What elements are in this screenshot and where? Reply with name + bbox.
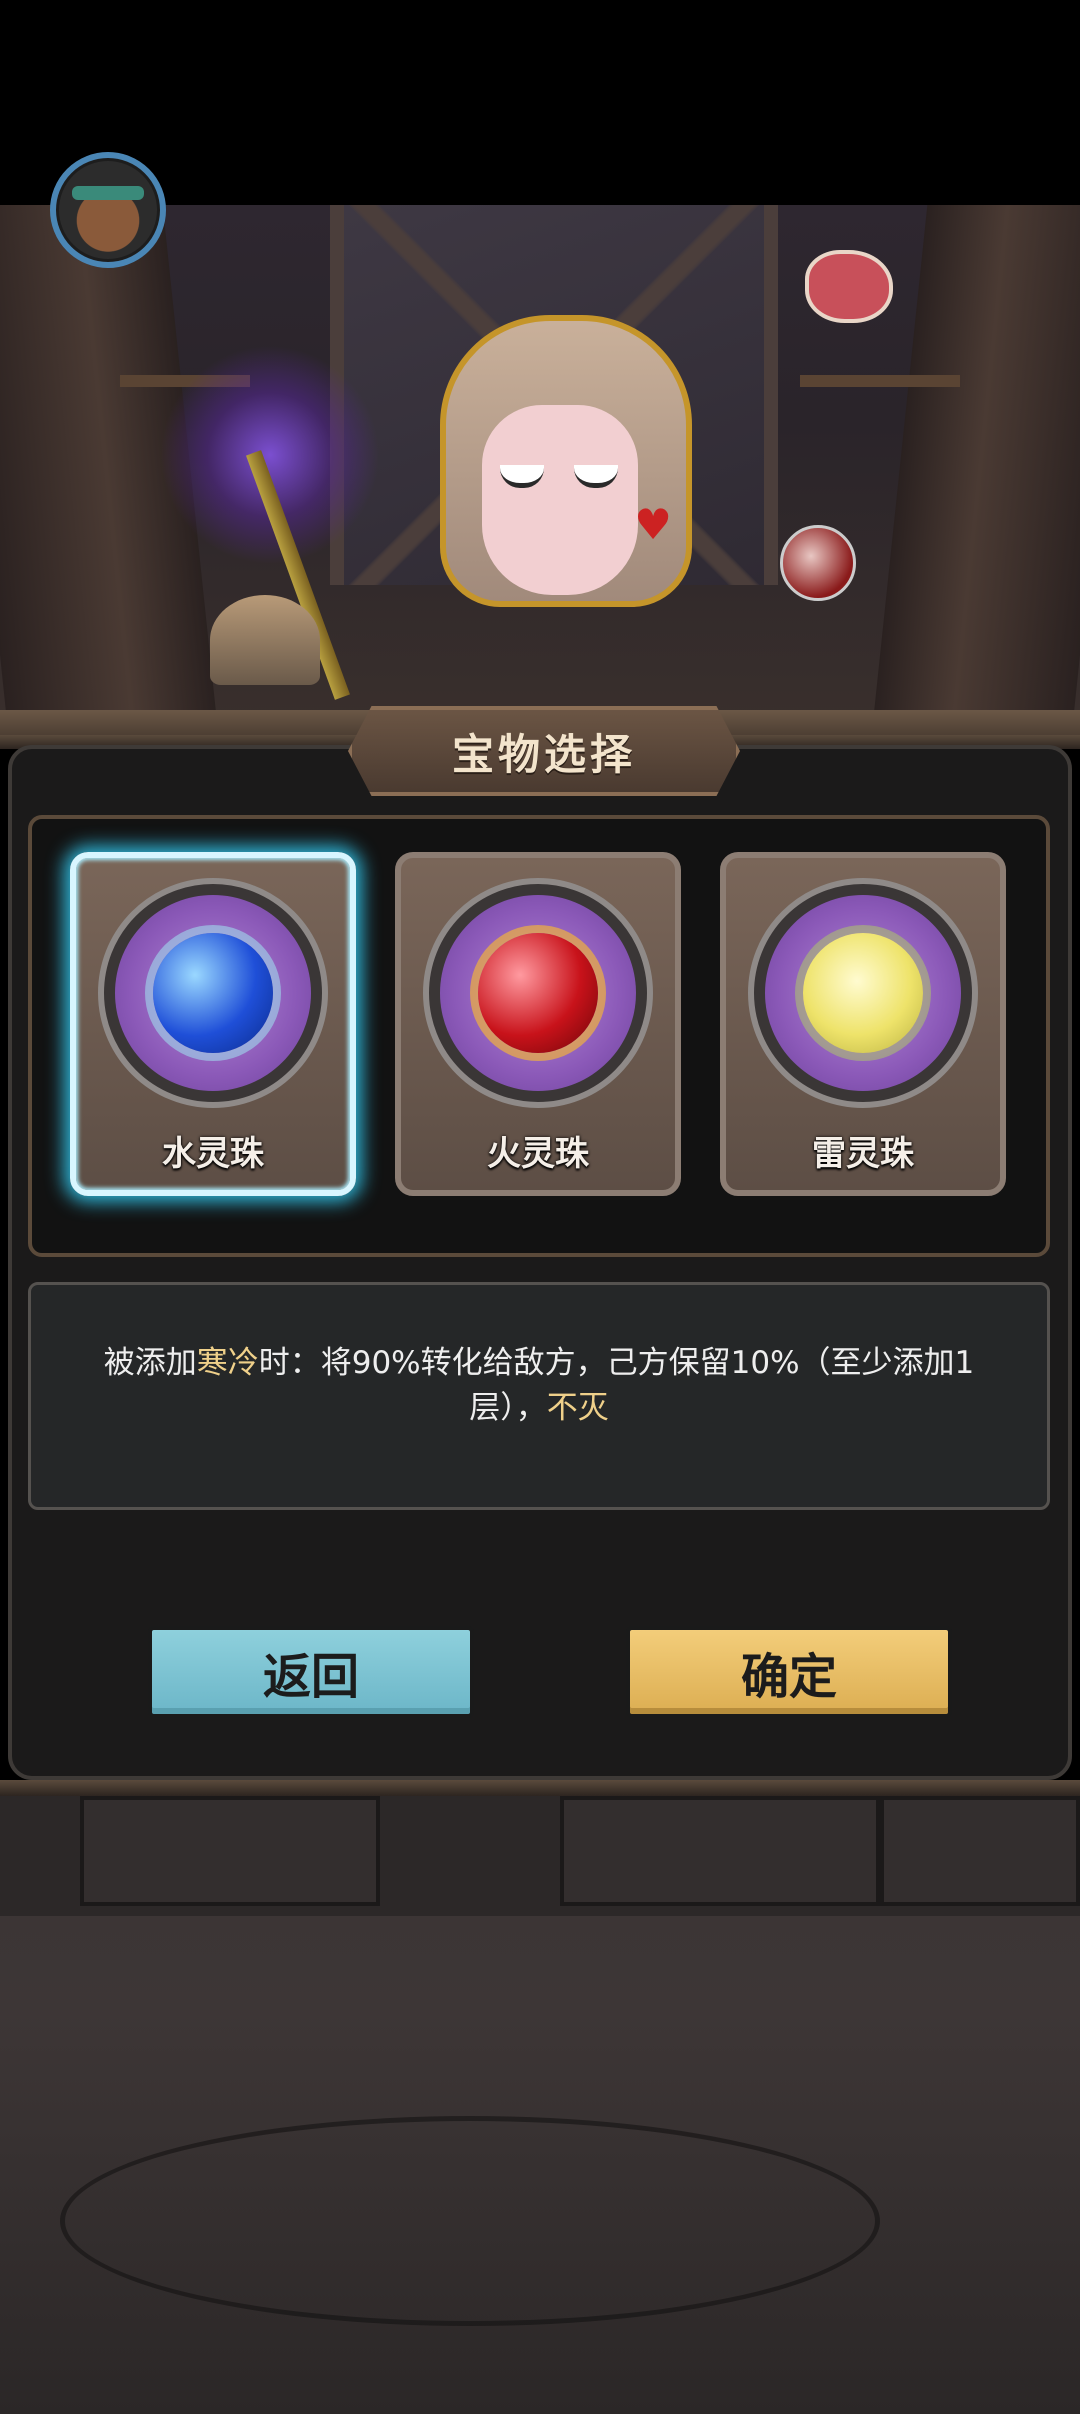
highlight-keyword: 寒冷 [196, 1345, 259, 1381]
option-card-thunder[interactable]: 雷灵珠 [720, 852, 1006, 1196]
floor-background [0, 1796, 1080, 2414]
option-label: 雷灵珠 [812, 1134, 914, 1174]
option-label: 水灵珠 [162, 1134, 264, 1174]
floor-circle [60, 2116, 880, 2326]
option-label: 火灵珠 [487, 1134, 589, 1174]
orb-frame [748, 878, 978, 1108]
heart-icon: ♥ [634, 500, 672, 549]
shop-scene-background: ♥ [0, 205, 1080, 745]
meat-icon [805, 250, 893, 323]
panel-bottom-border [0, 1780, 1080, 1796]
highlight-keyword: 不灭 [546, 1390, 609, 1426]
right-curtain [872, 205, 1080, 725]
magic-glow [160, 345, 380, 565]
orb-frame [423, 878, 653, 1108]
panel-title: 宝物选择 [451, 729, 636, 779]
shelf [800, 375, 960, 387]
fire-orb-icon [478, 933, 598, 1053]
shopkeeper-character: ♥ [410, 315, 710, 665]
thunder-orb-icon [803, 933, 923, 1053]
top-bar [0, 0, 1080, 205]
description-text: 被添加寒冷时：将90%转化给敌方，己方保留10%（至少添加1层），不灭 [103, 1345, 975, 1426]
flask-icon [780, 525, 856, 601]
description-box: 被添加寒冷时：将90%转化给敌方，己方保留10%（至少添加1层），不灭 [28, 1282, 1050, 1510]
option-card-fire[interactable]: 火灵珠 [395, 852, 681, 1196]
orb-frame [98, 878, 328, 1108]
back-button[interactable]: 返回 [148, 1626, 474, 1718]
helmet-icon [210, 595, 320, 685]
water-orb-icon [153, 933, 273, 1053]
confirm-button[interactable]: 确定 [626, 1626, 952, 1718]
player-avatar-icon[interactable] [50, 152, 166, 268]
panel-title-plaque: 宝物选择 [348, 706, 740, 796]
option-card-water[interactable]: 水灵珠 [70, 852, 356, 1196]
